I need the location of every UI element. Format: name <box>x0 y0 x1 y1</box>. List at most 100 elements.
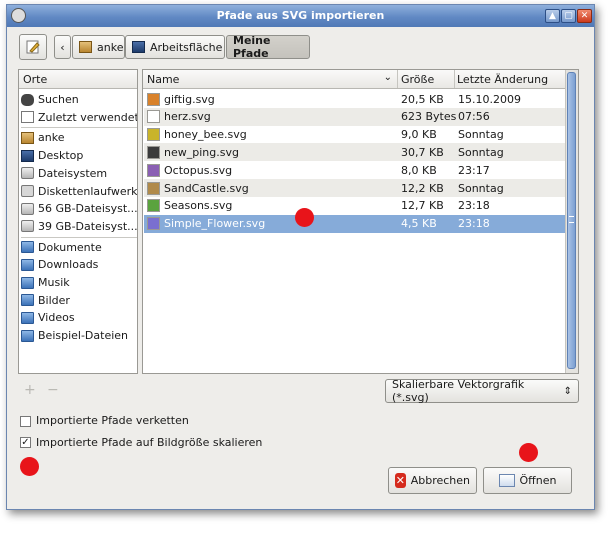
cancel-button[interactable]: ✕ Abbrechen <box>388 467 477 494</box>
file-name-cell: Octopus.svg <box>147 163 233 177</box>
sidebar-item[interactable]: anke <box>21 129 137 146</box>
crumb-meine-pfade[interactable]: Meine Pfade <box>226 34 310 60</box>
column-name[interactable]: Name ⌄ <box>143 70 398 88</box>
import-paths-dialog: Pfade aus SVG importieren ▲ ▢ ✕ ‹ anke A… <box>6 4 595 510</box>
file-size: 9,0 KB <box>401 128 437 142</box>
sidebar-item-label: Dateisystem <box>38 166 108 180</box>
restore-icon[interactable]: ▢ <box>561 9 576 23</box>
file-row[interactable]: Seasons.svg 12,7 KB 23:18 <box>144 197 566 215</box>
file-row[interactable]: Simple_Flower.svg 4,5 KB 23:18 <box>144 214 566 233</box>
file-date: Sonntag <box>458 145 504 159</box>
crumb-label: Arbeitsfläche <box>150 40 223 54</box>
sidebar-item[interactable]: Desktop <box>21 147 137 164</box>
scale-paths-checkbox[interactable]: ✓ <box>20 437 31 448</box>
scale-paths-label[interactable]: Importierte Pfade auf Bildgröße skaliere… <box>36 436 262 449</box>
desktop-icon <box>132 41 145 53</box>
file-name: Simple_Flower.svg <box>164 217 266 231</box>
sidebar-item[interactable]: Beispiel-Dateien <box>21 327 137 344</box>
file-row[interactable]: new_ping.svg 30,7 KB Sonntag <box>144 143 566 162</box>
file-name-cell: new_ping.svg <box>147 145 239 159</box>
merge-paths-label[interactable]: Importierte Pfade verketten <box>36 414 189 427</box>
crumb-label: Meine Pfade <box>233 34 271 60</box>
drive-icon <box>21 202 34 215</box>
recent-document-icon <box>21 111 34 124</box>
file-name-cell: honey_bee.svg <box>147 128 247 142</box>
file-name-cell: Seasons.svg <box>147 199 232 213</box>
click-marker <box>295 208 314 227</box>
file-row[interactable]: honey_bee.svg 9,0 KB Sonntag <box>144 126 566 144</box>
file-name: honey_bee.svg <box>164 128 247 142</box>
maximize-icon[interactable]: ▲ <box>545 9 560 23</box>
home-folder-icon <box>79 41 92 53</box>
open-button[interactable]: Öffnen <box>483 467 572 494</box>
path-back-button[interactable]: ‹ <box>54 35 71 59</box>
places-panel: Orte Suchen Zuletzt verwendet anke Desktop D… <box>18 69 138 374</box>
column-name-label: Name <box>147 73 180 86</box>
add-bookmark-button[interactable]: + <box>24 382 36 398</box>
file-size: 12,2 KB <box>401 181 444 195</box>
crumb-anke[interactable]: anke <box>72 35 125 59</box>
file-name: SandCastle.svg <box>164 181 249 195</box>
sidebar-item-label: 56 GB-Dateisyst... <box>38 202 137 216</box>
file-size: 20,5 KB <box>401 92 444 106</box>
column-date[interactable]: Letzte Änderung <box>455 70 566 88</box>
floppy-icon <box>21 185 34 197</box>
window-title: Pfade aus SVG importieren <box>216 9 385 22</box>
sidebar-item[interactable]: 39 GB-Dateisyst... <box>21 218 137 235</box>
sidebar-item-label: Musik <box>38 276 70 289</box>
folder-icon <box>21 329 34 342</box>
file-date: 23:18 <box>458 199 490 213</box>
remove-bookmark-button[interactable]: − <box>47 382 59 398</box>
file-name: Octopus.svg <box>164 163 233 177</box>
sidebar-item-label: anke <box>38 131 65 145</box>
file-date: Sonntag <box>458 128 504 142</box>
file-name-cell: giftig.svg <box>147 92 215 106</box>
pencil-icon <box>26 40 40 54</box>
bee-svg-icon <box>147 128 160 142</box>
sidebar-item-label: Downloads <box>38 258 99 272</box>
sidebar-item[interactable]: Musik <box>21 274 137 291</box>
column-date-label: Letzte Änderung <box>457 73 549 86</box>
places-header-label: Orte <box>23 73 48 86</box>
sidebar-item[interactable]: Dokumente <box>21 239 137 256</box>
sidebar-item[interactable]: Downloads <box>21 256 137 273</box>
sidebar-item[interactable]: Suchen <box>21 91 137 108</box>
sort-chevron-down-icon: ⌄ <box>383 72 392 83</box>
vertical-scrollbar[interactable] <box>565 70 578 373</box>
poison-svg-icon <box>147 92 160 106</box>
file-size: 30,7 KB <box>401 145 444 159</box>
crumb-arbeitsflaeche[interactable]: Arbeitsfläche <box>125 35 225 59</box>
crumb-label: anke <box>97 40 124 54</box>
file-date: 07:56 <box>458 110 490 124</box>
sidebar-item[interactable]: Dateisystem <box>21 165 137 182</box>
sidebar-item[interactable]: Diskettenlaufwerk <box>21 183 137 200</box>
places-header[interactable]: Orte <box>19 70 137 89</box>
folder-icon <box>21 241 34 254</box>
file-size: 4,5 KB <box>401 217 437 231</box>
file-row[interactable]: giftig.svg 20,5 KB 15.10.2009 <box>144 90 566 108</box>
sidebar-item[interactable]: Zuletzt verwendet <box>21 109 137 126</box>
scroll-grip-icon <box>569 216 574 223</box>
close-icon[interactable]: ✕ <box>577 9 592 23</box>
home-folder-icon <box>21 131 34 144</box>
flower-svg-icon <box>147 217 160 231</box>
file-row[interactable]: herz.svg 623 Bytes 07:56 <box>144 107 566 126</box>
edit-location-button[interactable] <box>19 34 47 60</box>
file-row[interactable]: SandCastle.svg 12,2 KB Sonntag <box>144 179 566 197</box>
sandcastle-svg-icon <box>147 181 160 195</box>
merge-paths-checkbox[interactable] <box>20 416 31 427</box>
file-row[interactable]: Octopus.svg 8,0 KB 23:17 <box>144 161 566 179</box>
sidebar-item-label: 39 GB-Dateisyst... <box>38 219 137 233</box>
sidebar-item-label: Beispiel-Dateien <box>38 329 129 343</box>
drive-icon <box>21 220 34 233</box>
file-type-filter-select[interactable]: Skalierbare Vektorgrafik (*.svg) ⇕ <box>385 378 579 404</box>
sidebar-item[interactable]: Videos <box>21 309 137 326</box>
title-bar[interactable]: Pfade aus SVG importieren ▲ ▢ ✕ <box>7 5 594 27</box>
file-date: 23:17 <box>458 163 490 177</box>
sidebar-item[interactable]: Bilder <box>21 292 137 309</box>
column-size[interactable]: Größe <box>398 70 455 88</box>
file-name: giftig.svg <box>164 92 215 106</box>
file-name-cell: SandCastle.svg <box>147 181 249 195</box>
file-list-header: Name ⌄ Größe Letzte Änderung <box>143 70 566 89</box>
sidebar-item[interactable]: 56 GB-Dateisyst... <box>21 200 137 217</box>
